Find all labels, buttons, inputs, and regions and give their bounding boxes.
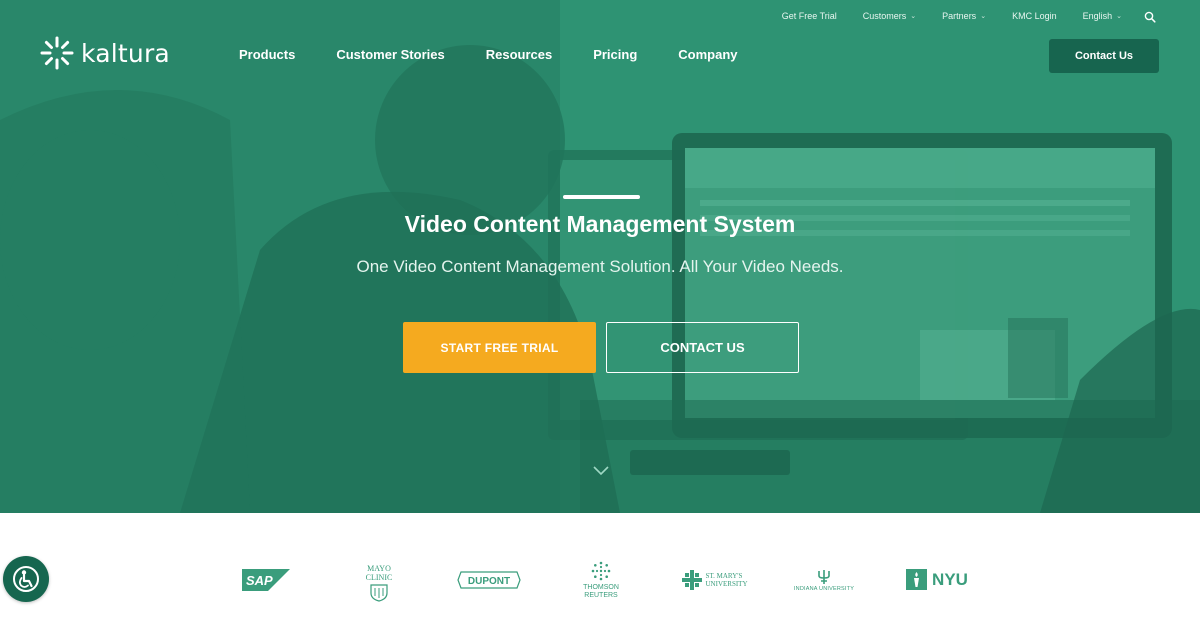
util-partners[interactable]: Partners ⌄ [942, 11, 986, 21]
hero-subtitle: One Video Content Management Solution. A… [356, 257, 844, 276]
util-get-free-trial[interactable]: Get Free Trial [782, 11, 837, 21]
util-language[interactable]: English ⌄ [1083, 11, 1122, 21]
client-logo-text: THOMSON [583, 584, 619, 591]
kaltura-logo[interactable]: kaltura [40, 36, 170, 70]
nav-resources[interactable]: Resources [486, 47, 552, 62]
accessibility-button[interactable] [3, 556, 49, 602]
util-label: English [1082, 11, 1113, 21]
client-logo-nyu: NYU [906, 569, 968, 590]
client-logo-text: UNIVERSITY [705, 579, 748, 588]
start-free-trial-button[interactable]: START FREE TRIAL [403, 322, 596, 373]
client-logo-sap: SAP [242, 569, 290, 591]
st-marys-crest-icon [681, 570, 702, 590]
search-icon[interactable] [1144, 10, 1156, 23]
chevron-down-icon: ⌄ [980, 13, 987, 20]
iu-trident-icon [818, 569, 830, 584]
client-logo-text: REUTERS [584, 592, 618, 599]
reuters-dots-icon [591, 561, 611, 581]
client-logo-st-marys-university: ST. MARY'S UNIVERSITY [680, 569, 748, 591]
mayo-shield-icon [370, 583, 388, 602]
client-logo-text: INDIANA UNIVERSITY [793, 585, 855, 592]
client-logo-thomson-reuters: THOMSON REUTERS [580, 560, 622, 600]
client-logo-text: ST. MARY'S [705, 571, 743, 580]
contact-us-button[interactable]: Contact Us [1049, 39, 1159, 73]
client-logo-text: CLINIC [365, 572, 393, 582]
client-logo-indiana-university: INDIANA UNIVERSITY [790, 569, 858, 593]
nav-pricing[interactable]: Pricing [593, 47, 637, 62]
nav-customer-stories[interactable]: Customer Stories [336, 47, 444, 62]
util-kmc-login[interactable]: KMC Login [1012, 11, 1057, 21]
nyu-torch-icon [906, 569, 928, 590]
client-logo-text: SAP [246, 573, 273, 588]
chevron-down-icon: ⌄ [910, 13, 917, 20]
chevron-down-icon: ⌄ [1116, 13, 1122, 20]
hero-divider [563, 195, 640, 199]
hero-section: Get Free Trial Customers ⌄ Partners ⌄ KM… [0, 0, 1200, 513]
client-logo-text: DUPONT [468, 576, 510, 587]
util-label: Get Free Trial [781, 11, 837, 21]
util-customers[interactable]: Customers ⌄ [863, 11, 916, 21]
nav-products[interactable]: Products [239, 47, 295, 62]
brand-name: kaltura [81, 38, 170, 68]
util-label: Partners [942, 11, 977, 21]
client-logo-dupont: DUPONT [457, 571, 521, 589]
client-logo-text: NYU [932, 569, 968, 589]
main-nav: Products Customer Stories Resources Pric… [239, 47, 779, 62]
client-logo-mayo-clinic: MAYO CLINIC [360, 563, 398, 603]
chevron-down-icon[interactable] [591, 463, 611, 477]
accessibility-icon [13, 566, 39, 592]
hero-title: Video Content Management System [404, 211, 796, 237]
util-label: KMC Login [1012, 11, 1057, 21]
client-logo-text: MAYO [367, 563, 391, 573]
nav-company[interactable]: Company [678, 47, 737, 62]
util-label: Customers [862, 11, 907, 21]
kaltura-burst-icon [40, 36, 74, 70]
utility-nav: Get Free Trial Customers ⌄ Partners ⌄ KM… [756, 10, 1156, 23]
contact-us-cta-button[interactable]: CONTACT US [606, 322, 799, 373]
